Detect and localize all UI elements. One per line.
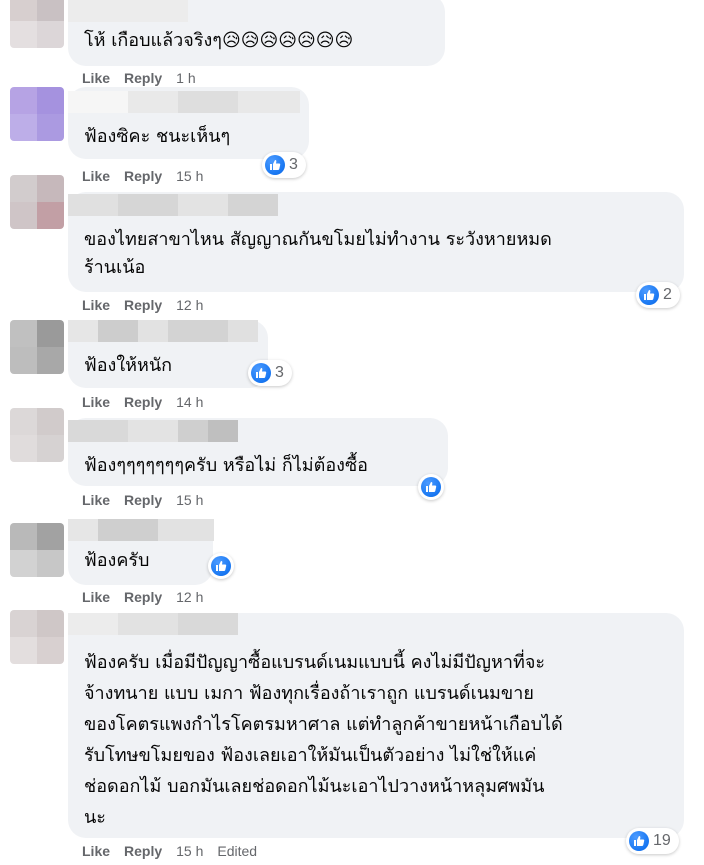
reaction-summary[interactable] <box>418 474 444 500</box>
comment-bubble: ฟ้องซิคะ ชนะเห็นๆ <box>68 87 309 159</box>
reply-button[interactable]: Reply <box>124 589 162 605</box>
comment-bubble: ฟ้องครับ <box>68 519 214 585</box>
comment-bubble: ของไทยสาขาไหน สัญญาณกันขโมยไม่ทำงาน ระวั… <box>68 192 684 292</box>
comment-actions: Like Reply 14 h <box>82 392 203 412</box>
reaction-count: 19 <box>653 832 671 849</box>
reaction-summary[interactable]: 19 <box>626 828 679 854</box>
commenter-name[interactable] <box>68 613 238 635</box>
comment-text: ฟ้องครับ <box>84 550 150 571</box>
like-button[interactable]: Like <box>82 297 110 313</box>
like-button[interactable]: Like <box>82 394 110 410</box>
like-button[interactable]: Like <box>82 70 110 86</box>
reaction-summary[interactable]: 3 <box>262 152 306 178</box>
comment-actions: Like Reply 15 h <box>82 490 203 510</box>
edited-label[interactable]: Edited <box>217 843 257 859</box>
like-button[interactable]: Like <box>82 492 110 508</box>
avatar[interactable] <box>10 87 64 141</box>
comment-text: ฟ้องๆๆๆๆๆๆๆครับ หรือไม่ ก็ไม่ต้องซื้อ <box>84 455 368 476</box>
like-button[interactable]: Like <box>82 843 110 859</box>
comment-actions: Like Reply 1 h <box>82 68 196 88</box>
thumbs-up-icon <box>421 477 441 497</box>
comment-bubble: โห้ เกือบแล้วจริงๆ😥😥😥😥😥😥😥 <box>68 0 445 66</box>
comment-text: ฟ้องซิคะ ชนะเห็นๆ <box>84 126 231 147</box>
reaction-summary[interactable]: 3 <box>248 360 292 386</box>
commenter-name[interactable] <box>68 91 300 113</box>
comment-bubble: ฟ้องครับ เมื่อมีปัญญาซื้อแบรนด์เนมแบบนี้… <box>68 613 684 838</box>
reply-button[interactable]: Reply <box>124 70 162 86</box>
thumbs-up-icon <box>265 155 285 175</box>
comment-actions: Like Reply 12 h <box>82 587 203 607</box>
commenter-name[interactable] <box>68 519 214 541</box>
reply-button[interactable]: Reply <box>124 297 162 313</box>
reaction-count: 2 <box>663 286 672 303</box>
reaction-summary[interactable]: 2 <box>636 282 680 308</box>
avatar[interactable] <box>10 320 64 374</box>
avatar[interactable] <box>10 0 64 48</box>
avatar[interactable] <box>10 610 64 664</box>
comment-timestamp[interactable]: 15 h <box>176 168 203 184</box>
thumbs-up-icon <box>639 285 659 305</box>
avatar[interactable] <box>10 523 64 577</box>
commenter-name[interactable] <box>68 320 258 342</box>
comment-bubble: ฟ้องๆๆๆๆๆๆๆครับ หรือไม่ ก็ไม่ต้องซื้อ <box>68 418 448 486</box>
avatar[interactable] <box>10 175 64 229</box>
thumbs-up-icon <box>211 556 231 576</box>
comment-timestamp[interactable]: 15 h <box>176 843 203 859</box>
comment-actions: Like Reply 12 h <box>82 295 203 315</box>
comment-text: ของไทยสาขาไหน สัญญาณกันขโมยไม่ทำงาน ระวั… <box>84 229 552 278</box>
thumbs-up-icon <box>251 363 271 383</box>
comment-timestamp[interactable]: 14 h <box>176 394 203 410</box>
reply-button[interactable]: Reply <box>124 843 162 859</box>
comment-timestamp[interactable]: 15 h <box>176 492 203 508</box>
reply-button[interactable]: Reply <box>124 492 162 508</box>
commenter-name[interactable] <box>68 420 238 442</box>
reaction-count: 3 <box>275 364 284 381</box>
like-button[interactable]: Like <box>82 589 110 605</box>
comment-text: ฟ้องครับ เมื่อมีปัญญาซื้อแบรนด์เนมแบบนี้… <box>84 652 563 828</box>
comment-timestamp[interactable]: 1 h <box>176 70 195 86</box>
comment-timestamp[interactable]: 12 h <box>176 297 203 313</box>
comment-actions: Like Reply 15 h Edited <box>82 841 257 861</box>
reaction-count: 3 <box>289 156 298 173</box>
comment-text: ฟ้องให้หนัก <box>84 355 173 376</box>
commenter-name[interactable] <box>68 0 188 22</box>
comment-timestamp[interactable]: 12 h <box>176 589 203 605</box>
comment-actions: Like Reply 15 h <box>82 166 203 186</box>
comment-bubble: ฟ้องให้หนัก <box>68 320 268 388</box>
reaction-summary[interactable] <box>208 553 234 579</box>
reply-button[interactable]: Reply <box>124 168 162 184</box>
thumbs-up-icon <box>629 831 649 851</box>
commenter-name[interactable] <box>68 194 278 216</box>
reply-button[interactable]: Reply <box>124 394 162 410</box>
avatar[interactable] <box>10 408 64 462</box>
comment-text: โห้ เกือบแล้วจริงๆ😥😥😥😥😥😥😥 <box>84 30 354 51</box>
like-button[interactable]: Like <box>82 168 110 184</box>
